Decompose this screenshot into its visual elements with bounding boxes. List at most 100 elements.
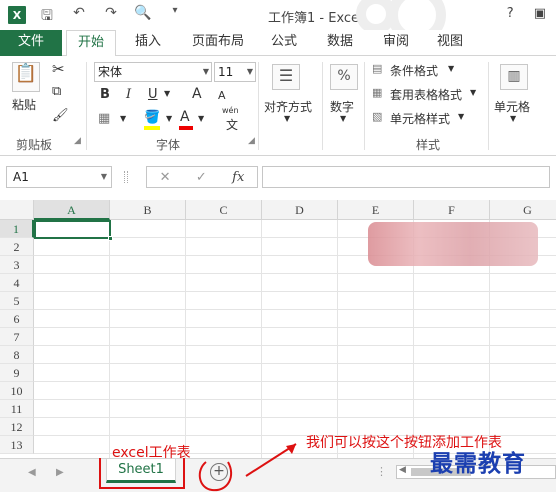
tab-view[interactable]: 视图 bbox=[428, 30, 472, 56]
scroll-right-icon[interactable]: ▶ bbox=[56, 467, 64, 478]
cells-icon[interactable]: ▥ bbox=[500, 64, 528, 90]
borders-dropdown-icon[interactable]: ▼ bbox=[120, 114, 126, 123]
row-header[interactable]: 5 bbox=[0, 292, 34, 310]
excel-logo-icon: X bbox=[8, 6, 26, 24]
scroll-left-icon[interactable]: ◀ bbox=[28, 467, 36, 478]
copy-icon[interactable]: ⧉ bbox=[52, 84, 61, 99]
tab-file[interactable]: 文件 bbox=[0, 30, 62, 56]
cut-icon[interactable]: ✂ bbox=[52, 60, 65, 78]
row-header[interactable]: 9 bbox=[0, 364, 34, 382]
tab-review[interactable]: 审阅 bbox=[374, 30, 418, 56]
row-header[interactable]: 1 bbox=[0, 220, 34, 238]
cells-button[interactable]: 单元格 bbox=[494, 98, 530, 115]
alignment-icon[interactable]: ☰ bbox=[272, 64, 300, 90]
bold-button[interactable]: B bbox=[100, 87, 110, 102]
alignment-button[interactable]: 对齐方式 bbox=[264, 98, 312, 115]
name-box[interactable]: A1 ▼ bbox=[6, 166, 112, 188]
number-button[interactable]: 数字 bbox=[330, 98, 354, 115]
cell-styles-button[interactable]: 单元格样式 bbox=[390, 110, 450, 127]
column-header[interactable]: B bbox=[110, 200, 186, 220]
conditional-format-icon: ▤ bbox=[372, 62, 383, 75]
font-color-button[interactable]: A bbox=[180, 109, 190, 125]
title-bar: X 🖫 ↶ ↷ 🔍 ▾ 工作簿1 - Excel ? ▣ bbox=[0, 0, 556, 30]
chevron-down-icon: ▼ bbox=[202, 67, 209, 76]
watermark-text: 最需教育 bbox=[430, 450, 526, 477]
row-header[interactable]: 12 bbox=[0, 418, 34, 436]
tab-formulas[interactable]: 公式 bbox=[262, 30, 306, 56]
column-header[interactable]: E bbox=[338, 200, 414, 220]
font-size-combo[interactable]: 11 ▼ bbox=[214, 62, 256, 82]
tab-data[interactable]: 数据 bbox=[318, 30, 362, 56]
phonetic-icon[interactable]: 文 bbox=[226, 116, 238, 133]
save-icon[interactable]: 🖫 bbox=[38, 5, 56, 29]
divider bbox=[86, 62, 87, 150]
shrink-font-button[interactable]: A bbox=[218, 89, 226, 102]
paste-button[interactable]: 粘贴 bbox=[12, 96, 36, 113]
chevron-down-icon[interactable]: ▼ bbox=[510, 114, 516, 123]
format-as-table-button[interactable]: 套用表格格式 bbox=[390, 86, 462, 103]
ribbon-display-options-button[interactable]: ▣ bbox=[534, 6, 546, 21]
customize-qat-icon[interactable]: ▾ bbox=[166, 5, 184, 29]
underline-dropdown-icon[interactable]: ▼ bbox=[164, 89, 170, 98]
tab-page-layout[interactable]: 页面布局 bbox=[182, 30, 254, 56]
clipboard-launcher-icon[interactable]: ◢ bbox=[74, 136, 81, 146]
phonetic-top[interactable]: wén bbox=[222, 106, 239, 115]
splitter-handle[interactable] bbox=[124, 171, 128, 183]
formula-buttons: ✕ ✓ fx bbox=[146, 166, 258, 188]
formula-input[interactable] bbox=[262, 166, 550, 188]
row-header[interactable]: 2 bbox=[0, 238, 34, 256]
divider bbox=[364, 62, 365, 150]
fill-handle[interactable] bbox=[108, 236, 113, 241]
row-header[interactable]: 6 bbox=[0, 310, 34, 328]
sheet-tab-sheet1[interactable]: Sheet1 bbox=[106, 459, 176, 483]
row-header[interactable]: 8 bbox=[0, 346, 34, 364]
cell-styles-icon: ▧ bbox=[372, 110, 383, 123]
row-header[interactable]: 7 bbox=[0, 328, 34, 346]
insert-function-button[interactable]: fx bbox=[232, 170, 244, 185]
scroll-left-arrow-icon[interactable]: ◀ bbox=[399, 465, 406, 475]
row-header[interactable]: 4 bbox=[0, 274, 34, 292]
font-color-dropdown-icon[interactable]: ▼ bbox=[198, 114, 204, 123]
chevron-down-icon[interactable]: ▼ bbox=[458, 112, 464, 121]
help-button[interactable]: ? bbox=[507, 6, 514, 21]
underline-button[interactable]: U bbox=[148, 87, 158, 102]
row-header[interactable]: 10 bbox=[0, 382, 34, 400]
active-cell-a1[interactable] bbox=[34, 220, 111, 239]
enter-icon[interactable]: ✓ bbox=[196, 170, 207, 185]
column-header[interactable]: D bbox=[262, 200, 338, 220]
more-options-icon[interactable]: ⋮ bbox=[376, 465, 387, 478]
redo-icon[interactable]: ↷ bbox=[102, 5, 120, 29]
select-all-button[interactable] bbox=[0, 200, 34, 220]
font-name-combo[interactable]: 宋体 ▼ bbox=[94, 62, 212, 82]
tab-home[interactable]: 开始 bbox=[66, 30, 116, 57]
paste-icon[interactable]: 📋 bbox=[12, 62, 40, 92]
column-header[interactable]: F bbox=[414, 200, 490, 220]
tab-insert[interactable]: 插入 bbox=[124, 30, 172, 56]
format-painter-icon[interactable]: 🖌 bbox=[52, 108, 69, 123]
grow-font-button[interactable]: A bbox=[192, 86, 202, 102]
font-launcher-icon[interactable]: ◢ bbox=[248, 136, 255, 146]
chevron-down-icon[interactable]: ▼ bbox=[340, 114, 346, 123]
add-sheet-button[interactable]: + bbox=[210, 463, 228, 481]
fill-dropdown-icon[interactable]: ▼ bbox=[166, 114, 172, 123]
row-header[interactable]: 13 bbox=[0, 436, 34, 454]
row-header[interactable]: 11 bbox=[0, 400, 34, 418]
cancel-icon[interactable]: ✕ bbox=[160, 170, 171, 185]
conditional-format-button[interactable]: 条件格式 bbox=[390, 62, 438, 79]
row-header[interactable]: 3 bbox=[0, 256, 34, 274]
chevron-down-icon[interactable]: ▼ bbox=[470, 88, 476, 97]
print-preview-icon[interactable]: 🔍 bbox=[134, 5, 152, 29]
borders-icon[interactable]: ▦ bbox=[98, 111, 110, 126]
undo-icon[interactable]: ↶ bbox=[70, 5, 88, 29]
italic-button[interactable]: I bbox=[126, 87, 131, 102]
number-format-icon[interactable]: % bbox=[330, 64, 358, 90]
chevron-down-icon[interactable]: ▼ bbox=[448, 64, 454, 73]
chevron-down-icon: ▼ bbox=[246, 67, 253, 76]
ribbon-tabs: 文件 开始 插入 页面布局 公式 数据 审阅 视图 bbox=[0, 30, 556, 57]
chevron-down-icon[interactable]: ▼ bbox=[284, 114, 290, 123]
divider bbox=[258, 62, 259, 150]
column-header[interactable]: G bbox=[490, 200, 556, 220]
column-header[interactable]: C bbox=[186, 200, 262, 220]
fill-color-icon[interactable]: 🪣 bbox=[144, 110, 160, 125]
column-header[interactable]: A bbox=[34, 200, 110, 220]
